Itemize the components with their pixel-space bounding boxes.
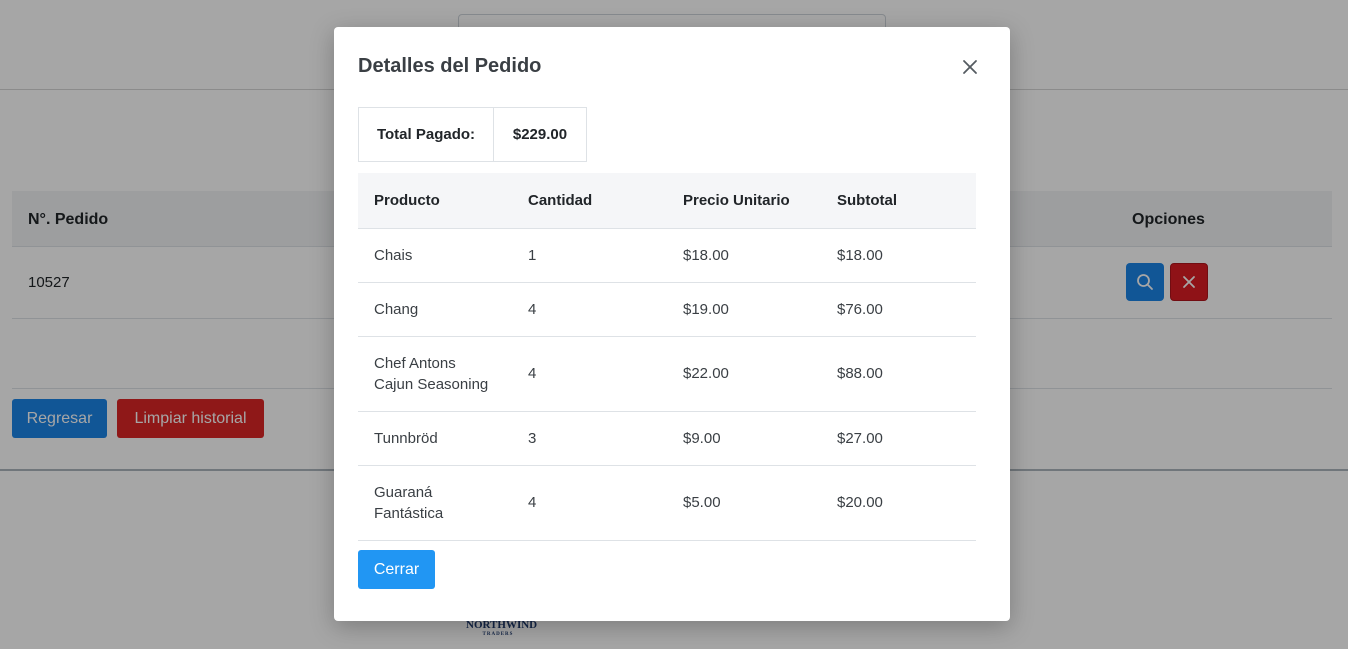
unit-price: $22.00 xyxy=(667,336,821,412)
quantity: 3 xyxy=(512,411,667,466)
table-row: Chef Antons Cajun Seasoning 4 $22.00 $88… xyxy=(358,336,976,412)
header-unit-price: Precio Unitario xyxy=(667,173,821,229)
unit-price: $5.00 xyxy=(667,465,821,541)
product-name: Chef Antons Cajun Seasoning xyxy=(358,336,512,412)
product-name: Chais xyxy=(358,228,512,283)
quantity: 4 xyxy=(512,465,667,541)
table-row: Chais 1 $18.00 $18.00 xyxy=(358,228,976,283)
total-paid-value: $229.00 xyxy=(512,126,568,143)
subtotal: $88.00 xyxy=(821,336,976,412)
subtotal: $76.00 xyxy=(821,282,976,337)
subtotal: $20.00 xyxy=(821,465,976,541)
table-header-row: Producto Cantidad Precio Unitario Subtot… xyxy=(358,173,976,229)
order-details-modal: Detalles del Pedido Total Pagado: $229.0… xyxy=(334,27,1010,621)
unit-price: $19.00 xyxy=(667,282,821,337)
product-name: Guaraná Fantástica xyxy=(358,465,512,541)
close-icon xyxy=(963,60,977,74)
header-subtotal: Subtotal xyxy=(821,173,976,229)
header-quantity: Cantidad xyxy=(512,173,667,229)
header-product: Producto xyxy=(358,173,512,229)
unit-price: $9.00 xyxy=(667,411,821,466)
table-row: Chang 4 $19.00 $76.00 xyxy=(358,282,976,337)
modal-title: Detalles del Pedido xyxy=(358,55,542,77)
quantity: 4 xyxy=(512,336,667,412)
total-paid-box: Total Pagado: $229.00 xyxy=(358,107,587,162)
table-row: Tunnbröd 3 $9.00 $27.00 xyxy=(358,411,976,466)
product-name: Tunnbröd xyxy=(358,411,512,466)
table-row: Guaraná Fantástica 4 $5.00 $20.00 xyxy=(358,465,976,541)
product-name: Chang xyxy=(358,282,512,337)
total-paid-label: Total Pagado: xyxy=(359,108,494,161)
unit-price: $18.00 xyxy=(667,228,821,283)
close-modal-button[interactable]: Cerrar xyxy=(358,550,435,589)
quantity: 1 xyxy=(512,228,667,283)
subtotal: $18.00 xyxy=(821,228,976,283)
modal-close-button[interactable] xyxy=(958,55,982,79)
subtotal: $27.00 xyxy=(821,411,976,466)
quantity: 4 xyxy=(512,282,667,337)
order-items-table: Producto Cantidad Precio Unitario Subtot… xyxy=(358,173,976,541)
